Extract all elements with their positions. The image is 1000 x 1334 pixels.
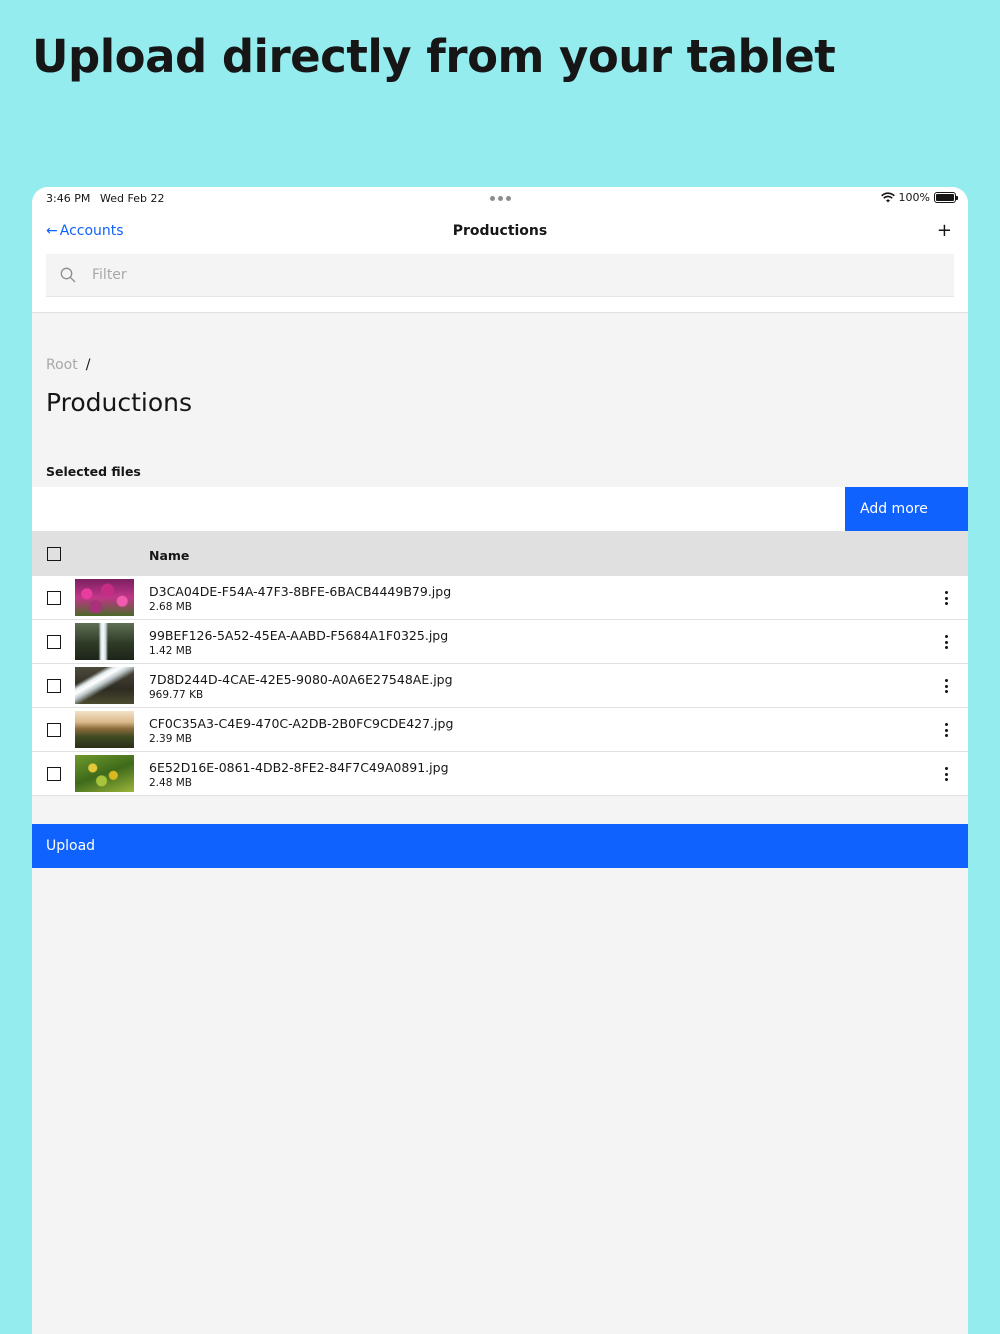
battery-icon xyxy=(934,192,958,203)
row-checkbox[interactable] xyxy=(47,767,61,781)
header-area: 3:46 PM Wed Feb 22 100% Productions ← Ac… xyxy=(32,187,968,313)
promo-headline: Upload directly from your tablet xyxy=(32,30,836,83)
overflow-menu-icon[interactable] xyxy=(942,634,950,650)
file-size: 2.68 MB xyxy=(149,601,192,613)
files-table: Name D3CA04DE-F54A-47F3-8BFE-6BACB4449B7… xyxy=(32,531,968,796)
file-size: 1.42 MB xyxy=(149,645,192,657)
multitasking-dots-icon[interactable] xyxy=(490,196,511,201)
filter-bar[interactable] xyxy=(46,254,954,297)
row-checkbox[interactable] xyxy=(47,723,61,737)
breadcrumb-separator: / xyxy=(85,357,91,373)
file-size: 2.39 MB xyxy=(149,733,192,745)
overflow-menu-icon[interactable] xyxy=(942,766,950,782)
row-checkbox[interactable] xyxy=(47,679,61,693)
nav-title: Productions xyxy=(452,223,548,239)
search-icon xyxy=(60,267,76,283)
breadcrumb: Root / xyxy=(46,357,90,373)
file-size: 969.77 KB xyxy=(149,689,204,701)
back-arrow-icon: ← xyxy=(46,223,58,239)
page-title: Productions xyxy=(46,388,193,417)
file-name: 99BEF126-5A52-45EA-AABD-F5684A1F0325.jpg xyxy=(149,628,449,643)
files-toolbar: Add more xyxy=(32,487,968,531)
select-all-checkbox[interactable] xyxy=(47,547,61,561)
table-row[interactable]: 7D8D244D-4CAE-42E5-9080-A0A6E27548AE.jpg… xyxy=(32,664,968,708)
status-date: Wed Feb 22 xyxy=(100,192,165,205)
navigation-bar: Productions ← Accounts + xyxy=(32,217,968,247)
file-thumbnail xyxy=(75,667,134,704)
table-row[interactable]: D3CA04DE-F54A-47F3-8BFE-6BACB4449B79.jpg… xyxy=(32,576,968,620)
selected-files-label: Selected files xyxy=(46,464,141,479)
table-row[interactable]: 6E52D16E-0861-4DB2-8FE2-84F7C49A0891.jpg… xyxy=(32,752,968,796)
back-label: Accounts xyxy=(59,223,124,239)
table-header: Name xyxy=(32,531,968,576)
file-name: 7D8D244D-4CAE-42E5-9080-A0A6E27548AE.jpg xyxy=(149,672,453,687)
column-header-name[interactable]: Name xyxy=(149,548,189,563)
file-name: D3CA04DE-F54A-47F3-8BFE-6BACB4449B79.jpg xyxy=(149,584,452,599)
battery-percent: 100% xyxy=(898,191,930,204)
status-bar: 3:46 PM Wed Feb 22 100% xyxy=(32,187,968,211)
status-time: 3:46 PM xyxy=(46,192,91,205)
row-checkbox[interactable] xyxy=(47,591,61,605)
row-checkbox[interactable] xyxy=(47,635,61,649)
upload-button[interactable]: Upload xyxy=(32,824,968,868)
wifi-icon xyxy=(880,192,895,203)
overflow-menu-icon[interactable] xyxy=(942,678,950,694)
overflow-menu-icon[interactable] xyxy=(942,590,950,606)
add-button[interactable]: + xyxy=(937,220,952,241)
file-size: 2.48 MB xyxy=(149,777,192,789)
overflow-menu-icon[interactable] xyxy=(942,722,950,738)
tablet-screen: 3:46 PM Wed Feb 22 100% Productions ← Ac… xyxy=(32,187,968,1334)
file-thumbnail xyxy=(75,755,134,792)
table-row[interactable]: 99BEF126-5A52-45EA-AABD-F5684A1F0325.jpg… xyxy=(32,620,968,664)
file-name: CF0C35A3-C4E9-470C-A2DB-2B0FC9CDE427.jpg xyxy=(149,716,454,731)
file-thumbnail xyxy=(75,579,134,616)
breadcrumb-root[interactable]: Root xyxy=(46,357,78,373)
filter-input[interactable] xyxy=(92,267,892,283)
add-more-button[interactable]: Add more xyxy=(845,487,968,531)
file-name: 6E52D16E-0861-4DB2-8FE2-84F7C49A0891.jpg xyxy=(149,760,449,775)
file-thumbnail xyxy=(75,623,134,660)
status-indicators: 100% xyxy=(880,191,958,204)
back-button[interactable]: ← Accounts xyxy=(46,223,124,239)
file-thumbnail xyxy=(75,711,134,748)
table-row[interactable]: CF0C35A3-C4E9-470C-A2DB-2B0FC9CDE427.jpg… xyxy=(32,708,968,752)
